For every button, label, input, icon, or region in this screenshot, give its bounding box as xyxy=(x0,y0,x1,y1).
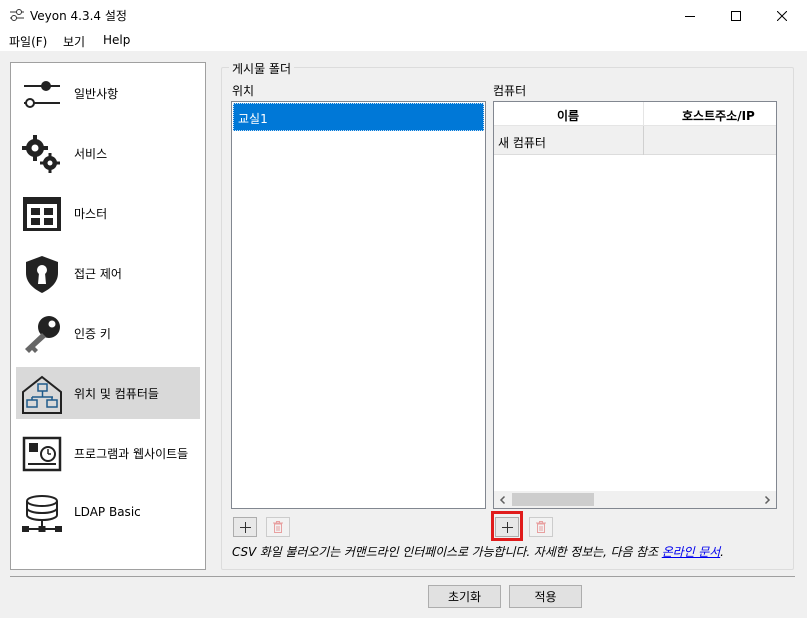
remove-computer-button[interactable] xyxy=(529,517,553,537)
sidebar-item-label: 인증 키 xyxy=(74,327,111,341)
column-header-name[interactable]: 이름 xyxy=(494,102,644,126)
computers-label: 컴퓨터 xyxy=(493,84,527,98)
column-header-label: 이름 xyxy=(557,109,580,123)
close-button[interactable] xyxy=(759,0,805,31)
sidebar-item-service[interactable]: 서비스 xyxy=(16,127,200,179)
csv-import-info: CSV 화일 불러오기는 커맨드라인 인터페이스로 가능합니다. 자세한 정보는… xyxy=(232,543,724,560)
reset-button[interactable]: 초기화 xyxy=(428,585,501,608)
maximize-button[interactable] xyxy=(713,0,759,31)
settings-sliders-icon xyxy=(10,9,24,21)
column-header-host[interactable]: 호스트주소/IP xyxy=(644,102,776,126)
remove-location-button[interactable] xyxy=(266,517,290,537)
group-title: 게시물 폴더 xyxy=(229,60,295,77)
sidebar-item-label: 접근 제어 xyxy=(74,267,122,281)
menu-view[interactable]: 보기 xyxy=(63,33,85,50)
programs-websites-icon xyxy=(22,436,62,472)
info-text: CSV 화일 불러오기는 커맨드라인 인터페이스로 가능합니다. 자세한 정보는… xyxy=(232,545,662,559)
plus-icon xyxy=(239,521,251,533)
locations-list[interactable]: 교실1 xyxy=(231,101,486,509)
ldap-database-icon xyxy=(22,495,62,532)
title-bar: Veyon 4.3.4 설정 xyxy=(0,0,807,31)
locations-label: 위치 xyxy=(232,84,255,98)
shield-keyhole-icon xyxy=(26,256,58,293)
sidebar-item-programs-websites[interactable]: 프로그램과 웹사이트들 xyxy=(16,427,200,479)
cell-divider xyxy=(643,126,644,155)
menu-bar: 파일(F) 보기 Help xyxy=(0,31,807,51)
computer-name-cell: 새 컴퓨터 xyxy=(498,136,546,150)
online-docs-link[interactable]: 온라인 문서 xyxy=(662,545,721,559)
minimize-icon xyxy=(685,15,695,17)
sidebar-item-auth-key[interactable]: 인증 키 xyxy=(16,307,200,359)
scrollbar-thumb[interactable] xyxy=(512,493,594,506)
menu-help[interactable]: Help xyxy=(103,33,130,47)
sidebar-item-label: 위치 및 컴퓨터들 xyxy=(74,387,159,401)
close-icon xyxy=(777,10,787,21)
sidebar-item-label: 마스터 xyxy=(74,207,108,221)
minimize-button[interactable] xyxy=(667,0,713,31)
maximize-icon xyxy=(731,10,741,21)
apply-button[interactable]: 적용 xyxy=(509,585,582,608)
sidebar-item-label: LDAP Basic xyxy=(74,505,141,519)
sidebar-item-label: 일반사항 xyxy=(74,87,119,101)
sidebar-item-label: 서비스 xyxy=(74,147,108,161)
network-computers-icon xyxy=(22,375,62,414)
trash-icon xyxy=(536,521,546,533)
list-item[interactable]: 교실1 xyxy=(233,103,484,131)
sidebar: 일반사항 서비스 마스터 접근 제어 인증 키 위치 및 컴퓨터들 프로그램과 … xyxy=(10,62,206,570)
sidebar-item-locations-computers[interactable]: 위치 및 컴퓨터들 xyxy=(16,367,200,419)
scroll-right-icon[interactable] xyxy=(762,495,772,505)
key-icon xyxy=(25,316,60,353)
separator xyxy=(10,576,795,577)
add-location-button[interactable] xyxy=(233,517,257,537)
computers-table[interactable]: 이름 호스트주소/IP 새 컴퓨터 xyxy=(493,101,777,509)
master-window-icon xyxy=(23,197,61,231)
trash-icon xyxy=(273,521,283,533)
sidebar-item-ldap-basic[interactable]: LDAP Basic xyxy=(16,487,200,539)
location-name: 교실1 xyxy=(238,112,268,126)
window-title: Veyon 4.3.4 설정 xyxy=(30,9,127,23)
sidebar-item-general[interactable]: 일반사항 xyxy=(16,67,200,119)
menu-file[interactable]: 파일(F) xyxy=(9,33,47,50)
gears-icon xyxy=(22,135,60,173)
table-row[interactable]: 새 컴퓨터 xyxy=(494,126,776,155)
column-header-label: 호스트주소/IP xyxy=(682,109,755,123)
scroll-left-icon[interactable] xyxy=(498,495,508,505)
highlight-box xyxy=(491,511,523,541)
info-suffix: . xyxy=(720,545,724,559)
sidebar-item-master[interactable]: 마스터 xyxy=(16,187,200,239)
general-sliders-icon xyxy=(24,81,60,108)
sidebar-item-access-control[interactable]: 접근 제어 xyxy=(16,247,200,299)
horizontal-scrollbar[interactable] xyxy=(494,491,776,508)
sidebar-item-label: 프로그램과 웹사이트들 xyxy=(74,447,189,461)
